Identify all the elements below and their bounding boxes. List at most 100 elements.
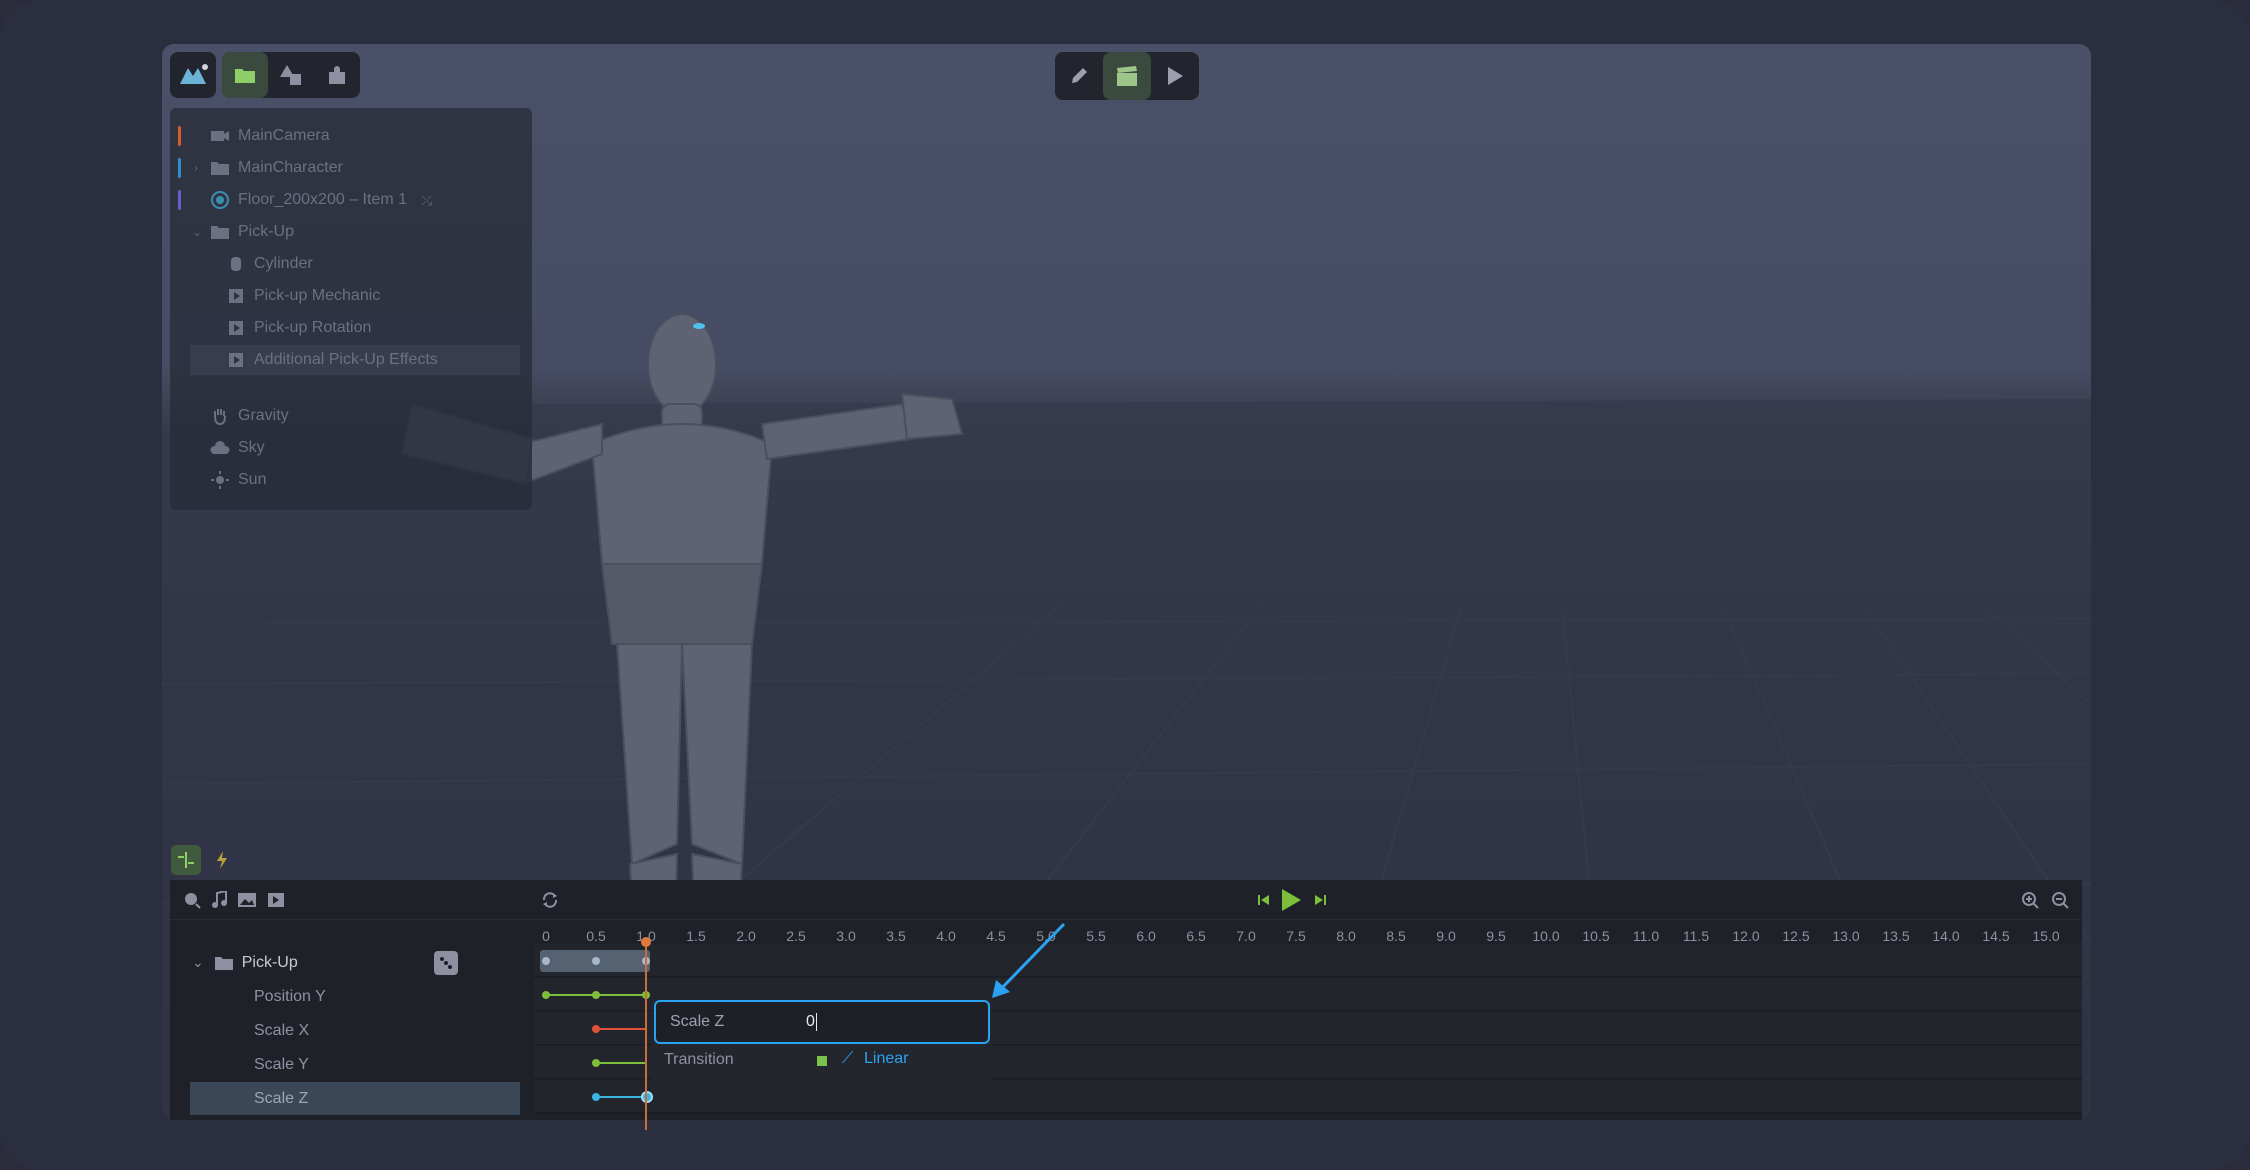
chevron-down-icon[interactable]: ⌄ [192, 225, 202, 239]
left-toolbar [170, 52, 360, 100]
ruler-tick-label: 0 [542, 928, 550, 944]
loop-icon[interactable] [540, 890, 560, 910]
layer-list: ⌄ Pick-Up Position Y Scale X Scale Y Sca… [170, 920, 534, 1120]
layer-scale-z[interactable]: Scale Z [190, 1082, 520, 1115]
track-pickup[interactable] [534, 944, 2082, 977]
ruler-tick-label: 3.5 [886, 928, 906, 944]
scene-item-pickup-mechanic[interactable]: Pick-up Mechanic [170, 281, 532, 311]
ruler-tick-label: 10.5 [1582, 928, 1610, 944]
animation-timeline: ⌄ Pick-Up Position Y Scale X Scale Y Sca… [170, 880, 2082, 1130]
field-label: Scale Z [670, 1013, 725, 1030]
transition-dropdown[interactable]: Linear [864, 1050, 908, 1068]
edit-mode-button[interactable] [1055, 52, 1103, 100]
ruler-tick-label: 8.5 [1386, 928, 1406, 944]
playhead[interactable] [645, 942, 647, 1130]
clapperboard-icon [1117, 66, 1137, 86]
image-track-icon[interactable] [236, 890, 260, 910]
script-icon [226, 286, 246, 306]
script-icon [226, 350, 246, 370]
ruler-tick-label: 15.0 [2032, 928, 2060, 944]
skip-back-icon[interactable] [1254, 890, 1274, 910]
layer-scale-y[interactable]: Scale Y [170, 1048, 534, 1081]
timeline-mini-tools [171, 845, 237, 875]
layer-pickup[interactable]: ⌄ Pick-Up [170, 946, 534, 979]
scene-item-label: Floor_200x200 – Item 1 [238, 191, 407, 208]
scene-item-cylinder[interactable]: Cylinder [170, 249, 532, 279]
scene-item-label: Pick-up Mechanic [254, 287, 381, 304]
keyframe[interactable] [592, 957, 600, 965]
panel-switcher [222, 52, 360, 98]
scene-item-label: Pick-Up [238, 223, 295, 240]
add-keyframe-icon[interactable] [182, 890, 202, 910]
playhead-handle[interactable] [641, 937, 651, 947]
scene-item-pickup-rotation[interactable]: Pick-up Rotation [170, 313, 532, 343]
play-mode-button[interactable] [1151, 52, 1199, 100]
ruler-tick-label: 7.0 [1236, 928, 1256, 944]
ruler-tick-label: 12.5 [1782, 928, 1810, 944]
lightning-icon [217, 851, 227, 869]
zoom-in-icon[interactable] [2020, 890, 2040, 910]
ruler-tick-label: 9.5 [1486, 928, 1506, 944]
scene-item-label: MainCharacter [238, 159, 343, 176]
dice-icon[interactable] [434, 951, 458, 975]
plugins-button[interactable] [314, 52, 360, 98]
camera-icon [210, 126, 230, 146]
skip-forward-icon[interactable] [1310, 890, 1330, 910]
folder-icon [235, 69, 255, 83]
ruler-tick-label: 11.0 [1632, 928, 1660, 944]
scene-item-maincamera[interactable]: MainCamera [170, 121, 532, 151]
animation-mode-button[interactable] [1103, 52, 1151, 100]
scene-item-label: Pick-up Rotation [254, 319, 372, 336]
scene-hierarchy-panel: MainCamera › MainCharacter Floor_200x200… [170, 108, 532, 510]
audio-track-icon[interactable] [210, 890, 230, 910]
chevron-right-icon[interactable]: › [194, 161, 198, 175]
ruler-tick-label: 6.5 [1186, 928, 1206, 944]
layer-scale-x[interactable]: Scale X [170, 1014, 534, 1047]
scene-item-gravity[interactable]: Gravity [170, 401, 532, 431]
scene-item-sun[interactable]: Sun [170, 465, 532, 495]
color-bar [178, 158, 181, 178]
app-frame: MainCamera › MainCharacter Floor_200x200… [0, 0, 2250, 1170]
keyframe[interactable] [592, 1025, 600, 1033]
snap-icon [178, 852, 194, 868]
scene-item-maincharacter[interactable]: › MainCharacter [170, 153, 532, 183]
color-bar [178, 126, 181, 146]
app-logo-button[interactable] [170, 52, 216, 98]
text-caret [815, 1012, 817, 1031]
folder-icon [214, 955, 234, 971]
keyframe-selected[interactable] [641, 1091, 653, 1103]
timeline-play-button[interactable] [1278, 887, 1304, 913]
ruler-tick-label: 8.0 [1336, 928, 1356, 944]
scale-z-value-field[interactable]: Scale Z 0 [654, 1000, 990, 1044]
layer-label: Scale Z [254, 1089, 309, 1107]
field-value-input[interactable]: 0 [806, 1012, 817, 1031]
scene-folder-button[interactable] [222, 52, 268, 98]
layer-position-y[interactable]: Position Y [170, 980, 534, 1013]
scene-item-floor[interactable]: Floor_200x200 – Item 1 ⤯ [170, 185, 532, 215]
timeline-header [170, 880, 2082, 920]
ruler-tick-label: 3.0 [836, 928, 856, 944]
zoom-out-icon[interactable] [2050, 890, 2070, 910]
ruler-tick-label: 7.5 [1286, 928, 1306, 944]
ruler-tick-label: 9.0 [1436, 928, 1456, 944]
scene-item-sky[interactable]: Sky [170, 433, 532, 463]
keyframe[interactable] [592, 1059, 600, 1067]
scene-item-pickup[interactable]: ⌄ Pick-Up [170, 217, 532, 247]
scene-item-label: Gravity [238, 407, 289, 424]
keyframe[interactable] [542, 991, 550, 999]
scene-item-additional-effects[interactable]: Additional Pick-Up Effects [190, 345, 520, 375]
keyframe[interactable] [592, 1093, 600, 1101]
video-track-icon[interactable] [266, 890, 288, 910]
bolt-toggle[interactable] [207, 845, 237, 875]
ruler-tick-label: 13.0 [1832, 928, 1860, 944]
shapes-button[interactable] [268, 52, 314, 98]
keyframe[interactable] [592, 991, 600, 999]
hand-icon [210, 406, 230, 426]
chevron-down-icon[interactable]: ⌄ [192, 954, 204, 971]
keyframe-segment [596, 1028, 646, 1030]
ruler-tick-label: 5.5 [1086, 928, 1106, 944]
unlink-icon[interactable]: ⤯ [421, 192, 432, 209]
snap-toggle[interactable] [171, 845, 201, 875]
keyframe-segment [596, 1096, 646, 1098]
keyframe[interactable] [542, 957, 550, 965]
